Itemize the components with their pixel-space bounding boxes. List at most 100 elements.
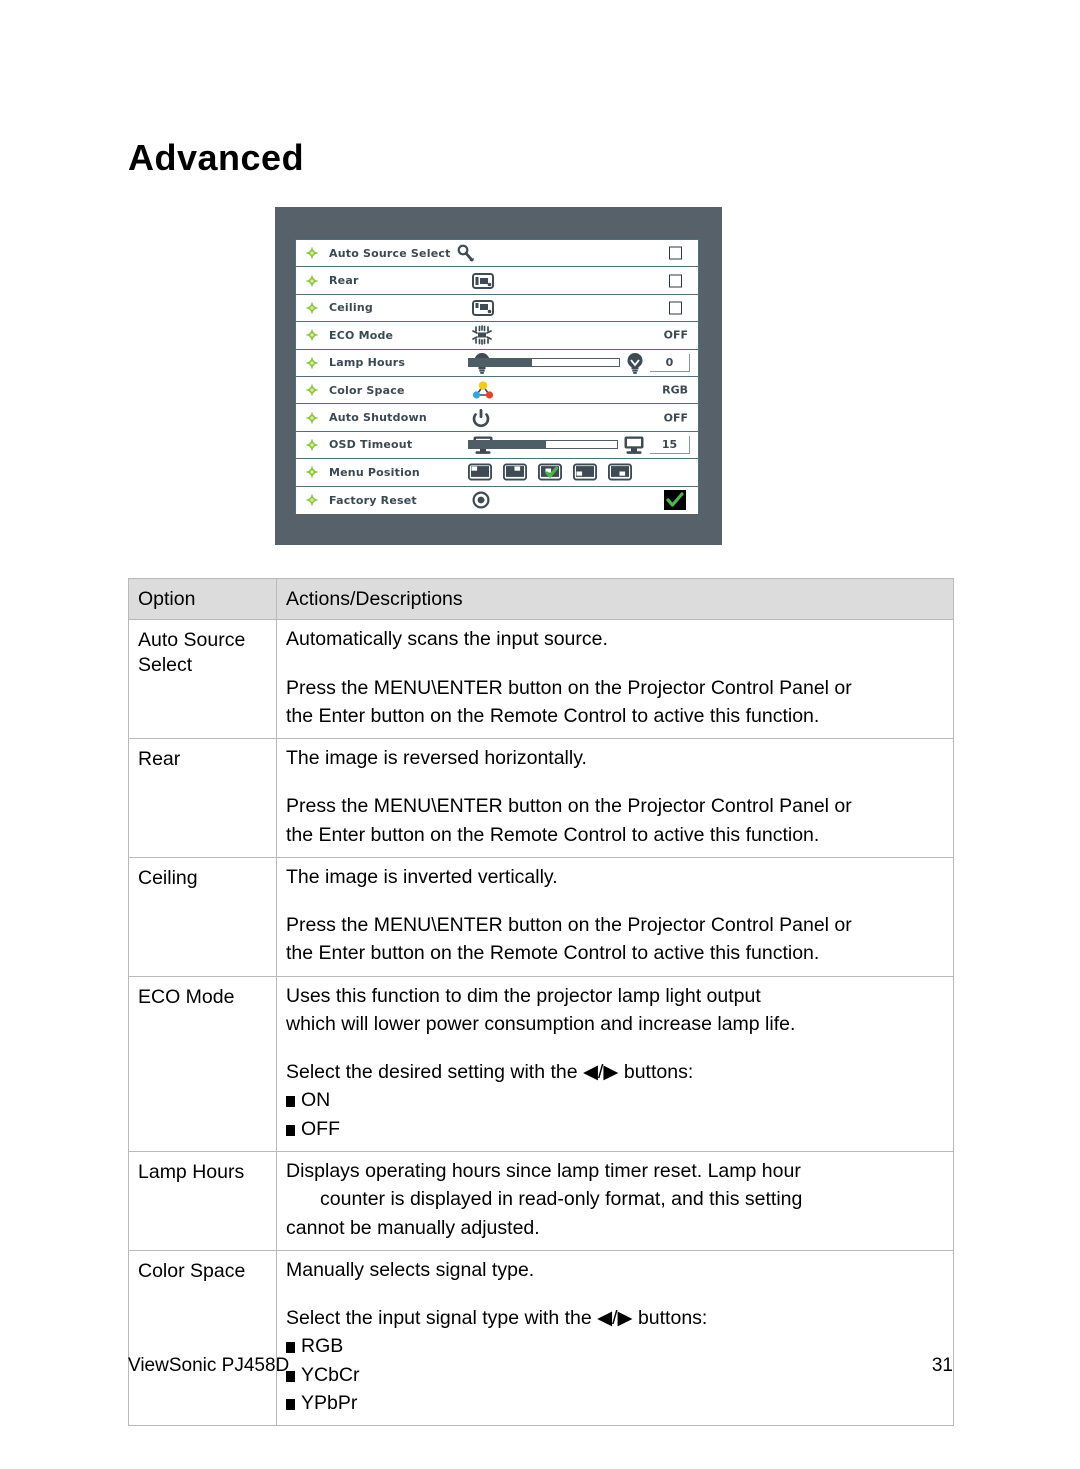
osd-value: RGB xyxy=(662,383,688,397)
osd-row[interactable]: ECO Mode OFF xyxy=(296,322,698,350)
osd-value: 15 xyxy=(650,435,690,454)
osd-row-label: Auto Shutdown xyxy=(329,411,427,425)
menu-position-top-right-icon[interactable] xyxy=(503,463,527,481)
list-item: YPbPr xyxy=(286,1389,944,1417)
option-name-cell: Auto Source Select xyxy=(128,619,277,740)
footer-product-name: ViewSonic PJ458D xyxy=(128,1355,290,1376)
description-line: Manually selects signal type. xyxy=(286,1258,535,1281)
osd-row[interactable]: Lamp Hours 0 xyxy=(296,349,698,377)
description-line: Displays operating hours since lamp time… xyxy=(286,1159,801,1182)
option-description-cell: Uses this function to dim the projector … xyxy=(276,975,954,1152)
osd-bullet-icon xyxy=(305,301,319,315)
osd-bullet-icon xyxy=(305,411,319,425)
slider-fill xyxy=(469,441,546,449)
list-item: ON xyxy=(286,1086,944,1114)
color-space-icon xyxy=(472,379,498,401)
menu-position-center-icon[interactable] xyxy=(538,463,562,481)
option-name-cell: Rear xyxy=(128,738,277,858)
osd-row[interactable]: Auto Source Select xyxy=(296,240,698,268)
description-text-after: buttons: xyxy=(632,1307,708,1330)
description-line: Press the MENU\ENTER button on the Proje… xyxy=(286,914,852,937)
option-description-cell: Manually selects signal type. Select the … xyxy=(276,1249,954,1427)
description-text-after: buttons: xyxy=(618,1061,694,1084)
description-line: The image is reversed horizontally. xyxy=(286,747,587,770)
description-line: counter is displayed in read-only format… xyxy=(320,1188,803,1211)
option-name-cell: Lamp Hours xyxy=(128,1150,277,1251)
osd-bullet-icon xyxy=(305,465,319,479)
osd-row-label: Menu Position xyxy=(329,465,420,479)
list-item: OFF xyxy=(286,1115,944,1143)
menu-position-options[interactable] xyxy=(468,463,632,481)
osd-row[interactable]: Ceiling xyxy=(296,294,698,323)
slider-track[interactable] xyxy=(468,358,620,368)
osd-bullet-icon xyxy=(305,356,319,370)
table-header-row: Option Actions/Descriptions xyxy=(128,577,954,621)
table-row: Color Space Manually selects signal type.… xyxy=(128,1249,954,1427)
osd-slider[interactable]: 0 xyxy=(468,352,690,374)
option-description-cell: Displays operating hours since lamp time… xyxy=(276,1150,954,1251)
option-description-cell: The image is reversed horizontally. Press… xyxy=(276,738,954,858)
square-bullet-icon xyxy=(286,1342,295,1354)
option-name-cell: Color Space xyxy=(128,1249,277,1427)
description-line: the Enter button on the Remote Control t… xyxy=(286,823,820,846)
osd-menu-screenshot: Auto Source Select Rear Ceiling ECO Mode OFF… xyxy=(275,207,722,545)
menu-position-top-left-icon[interactable] xyxy=(468,463,492,481)
osd-row[interactable]: Factory Reset xyxy=(296,486,698,514)
osd-row-label: Factory Reset xyxy=(329,493,417,507)
table-row: Ceiling The image is inverted vertically.… xyxy=(128,856,954,977)
square-bullet-icon xyxy=(286,1124,295,1136)
left-right-arrow-icon: ◀/▶ xyxy=(597,1307,633,1330)
table-row: Auto Source Select Automatically scans th… xyxy=(128,619,954,740)
osd-row[interactable]: Rear xyxy=(296,267,698,295)
osd-bullet-icon xyxy=(305,246,319,260)
osd-row[interactable]: Auto Shutdown OFF xyxy=(296,404,698,432)
osd-checkmark-icon[interactable] xyxy=(664,490,686,511)
osd-row-label: Auto Source Select xyxy=(329,246,451,260)
osd-checkbox[interactable] xyxy=(669,274,682,288)
table-row: ECO Mode Uses this function to dim the pr… xyxy=(128,975,954,1152)
description-line: Press the MENU\ENTER button on the Proje… xyxy=(286,676,852,699)
osd-row-label: ECO Mode xyxy=(329,328,394,342)
osd-row-label: Rear xyxy=(329,274,359,288)
square-bullet-icon xyxy=(286,1096,295,1108)
description-line: Uses this function to dim the projector … xyxy=(286,984,761,1007)
option-name-cell: ECO Mode xyxy=(128,975,277,1152)
table-row: Rear The image is reversed horizontally. P… xyxy=(128,738,954,858)
option-name-cell: Ceiling xyxy=(128,856,277,977)
osd-slider[interactable]: 15 xyxy=(468,435,690,455)
list-item-label: OFF xyxy=(301,1117,340,1140)
eco-brightness-icon xyxy=(472,324,498,346)
osd-row[interactable]: Menu Position xyxy=(296,459,698,487)
footer-page-number: 31 xyxy=(931,1355,953,1376)
osd-checkbox[interactable] xyxy=(669,246,682,260)
slider-track[interactable] xyxy=(468,440,618,450)
wrench-icon xyxy=(456,242,482,264)
ceiling-projection-icon xyxy=(472,297,498,319)
description-line: the Enter button on the Remote Control t… xyxy=(286,942,820,965)
options-table: Option Actions/Descriptions Auto Source … xyxy=(128,577,954,1427)
description-line: Automatically scans the input source. xyxy=(286,628,608,651)
description-line: Press the MENU\ENTER button on the Proje… xyxy=(286,795,852,818)
rear-projection-icon xyxy=(472,270,498,292)
menu-position-bottom-left-icon[interactable] xyxy=(573,463,597,481)
osd-row-label: Lamp Hours xyxy=(329,356,406,370)
table-row: Lamp Hours Displays operating hours since… xyxy=(128,1150,954,1251)
page-title: Advanced xyxy=(128,137,305,178)
slider-fill xyxy=(469,359,532,367)
osd-row-label: OSD Timeout xyxy=(329,438,413,452)
osd-bullet-icon xyxy=(305,328,319,342)
menu-position-bottom-right-icon[interactable] xyxy=(608,463,632,481)
option-description-cell: The image is inverted vertically. Press t… xyxy=(276,856,954,977)
description-line: The image is inverted vertically. xyxy=(286,865,558,888)
description-text-before: Select the desired setting with the xyxy=(286,1061,584,1084)
osd-value: OFF xyxy=(663,328,688,342)
option-description-cell: Automatically scans the input source. Pre… xyxy=(276,619,954,740)
osd-row[interactable]: OSD Timeout 15 xyxy=(296,431,698,460)
osd-checkbox[interactable] xyxy=(669,301,682,315)
osd-row[interactable]: Color Space RGB xyxy=(296,376,698,405)
osd-row-label: Ceiling xyxy=(329,301,373,315)
description-line: which will lower power consumption and i… xyxy=(286,1012,796,1035)
